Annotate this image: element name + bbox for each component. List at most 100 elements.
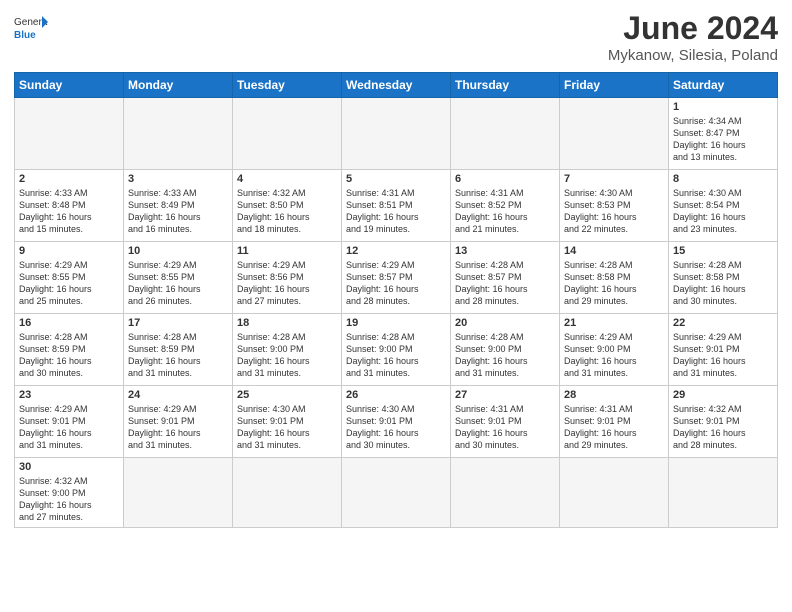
calendar-subtitle: Mykanow, Silesia, Poland — [608, 47, 778, 64]
col-thursday: Thursday — [451, 73, 560, 98]
calendar-day-cell — [124, 458, 233, 528]
day-info: Sunrise: 4:32 AMSunset: 9:00 PMDaylight:… — [19, 475, 119, 524]
day-number: 13 — [455, 245, 555, 257]
svg-text:Blue: Blue — [14, 30, 36, 41]
day-number: 11 — [237, 245, 337, 257]
day-info: Sunrise: 4:31 AMSunset: 8:52 PMDaylight:… — [455, 187, 555, 236]
calendar-day-cell: 25Sunrise: 4:30 AMSunset: 9:01 PMDayligh… — [233, 386, 342, 458]
calendar-day-cell — [560, 98, 669, 170]
day-number: 15 — [673, 245, 773, 257]
calendar-day-cell: 12 Sunrise: 4:29 AMSunset: 8:57 PMDayligh… — [342, 242, 451, 314]
calendar-day-cell: 22 Sunrise: 4:29 AMSunset: 9:01 PMDayligh… — [669, 314, 778, 386]
col-sunday: Sunday — [15, 73, 124, 98]
calendar-week-row: 1 Sunrise: 4:34 AMSunset: 8:47 PMDaylight… — [15, 98, 778, 170]
calendar-day-cell: 1 Sunrise: 4:34 AMSunset: 8:47 PMDaylight… — [669, 98, 778, 170]
logo: General Blue — [14, 10, 48, 44]
day-info: Sunrise: 4:29 AMSunset: 9:01 PMDaylight:… — [128, 403, 228, 452]
day-number: 9 — [19, 245, 119, 257]
col-friday: Friday — [560, 73, 669, 98]
day-number: 22 — [673, 317, 773, 329]
calendar-day-cell: 15Sunrise: 4:28 AMSunset: 8:58 PMDayligh… — [669, 242, 778, 314]
calendar-day-cell: 23Sunrise: 4:29 AMSunset: 9:01 PMDayligh… — [15, 386, 124, 458]
page: General Blue June 2024 Mykanow, Silesia,… — [0, 0, 792, 538]
day-info: Sunrise: 4:28 AMSunset: 9:00 PMDaylight:… — [455, 331, 555, 380]
day-number: 14 — [564, 245, 664, 257]
col-saturday: Saturday — [669, 73, 778, 98]
calendar-day-cell — [233, 98, 342, 170]
day-number: 30 — [19, 461, 119, 473]
calendar-day-cell: 2 Sunrise: 4:33 AMSunset: 8:48 PMDaylight… — [15, 170, 124, 242]
day-number: 6 — [455, 173, 555, 185]
calendar-day-cell: 8 Sunrise: 4:30 AMSunset: 8:54 PMDaylight… — [669, 170, 778, 242]
calendar-day-cell — [15, 98, 124, 170]
day-number: 26 — [346, 389, 446, 401]
calendar-week-row: 9 Sunrise: 4:29 AMSunset: 8:55 PMDaylight… — [15, 242, 778, 314]
calendar-day-cell: 4 Sunrise: 4:32 AMSunset: 8:50 PMDaylight… — [233, 170, 342, 242]
day-info: Sunrise: 4:33 AMSunset: 8:49 PMDaylight:… — [128, 187, 228, 236]
day-info: Sunrise: 4:33 AMSunset: 8:48 PMDaylight:… — [19, 187, 119, 236]
day-info: Sunrise: 4:32 AMSunset: 9:01 PMDaylight:… — [673, 403, 773, 452]
calendar-day-cell: 27 Sunrise: 4:31 AMSunset: 9:01 PMDayligh… — [451, 386, 560, 458]
day-info: Sunrise: 4:28 AMSunset: 8:59 PMDaylight:… — [19, 331, 119, 380]
day-info: Sunrise: 4:29 AMSunset: 8:56 PMDaylight:… — [237, 259, 337, 308]
day-number: 2 — [19, 173, 119, 185]
day-number: 18 — [237, 317, 337, 329]
calendar-week-row: 30 Sunrise: 4:32 AMSunset: 9:00 PMDayligh… — [15, 458, 778, 528]
calendar-day-cell — [451, 458, 560, 528]
generalblue-logo-icon: General Blue — [14, 10, 48, 44]
day-info: Sunrise: 4:34 AMSunset: 8:47 PMDaylight:… — [673, 115, 773, 164]
day-number: 16 — [19, 317, 119, 329]
header: General Blue June 2024 Mykanow, Silesia,… — [14, 10, 778, 64]
day-number: 28 — [564, 389, 664, 401]
calendar-day-cell — [342, 98, 451, 170]
calendar-day-cell: 6 Sunrise: 4:31 AMSunset: 8:52 PMDaylight… — [451, 170, 560, 242]
day-info: Sunrise: 4:31 AMSunset: 9:01 PMDaylight:… — [564, 403, 664, 452]
calendar-day-cell: 17Sunrise: 4:28 AMSunset: 8:59 PMDayligh… — [124, 314, 233, 386]
day-number: 21 — [564, 317, 664, 329]
calendar-day-cell: 26 Sunrise: 4:30 AMSunset: 9:01 PMDayligh… — [342, 386, 451, 458]
day-info: Sunrise: 4:29 AMSunset: 8:55 PMDaylight:… — [19, 259, 119, 308]
calendar-day-cell — [560, 458, 669, 528]
day-info: Sunrise: 4:29 AMSunset: 9:01 PMDaylight:… — [673, 331, 773, 380]
day-number: 8 — [673, 173, 773, 185]
calendar-week-row: 2 Sunrise: 4:33 AMSunset: 8:48 PMDaylight… — [15, 170, 778, 242]
calendar-day-cell: 9 Sunrise: 4:29 AMSunset: 8:55 PMDaylight… — [15, 242, 124, 314]
day-number: 1 — [673, 101, 773, 113]
day-info: Sunrise: 4:31 AMSunset: 9:01 PMDaylight:… — [455, 403, 555, 452]
day-info: Sunrise: 4:28 AMSunset: 8:57 PMDaylight:… — [455, 259, 555, 308]
day-number: 19 — [346, 317, 446, 329]
day-info: Sunrise: 4:30 AMSunset: 8:54 PMDaylight:… — [673, 187, 773, 236]
col-tuesday: Tuesday — [233, 73, 342, 98]
calendar-table: Sunday Monday Tuesday Wednesday Thursday… — [14, 72, 778, 528]
col-wednesday: Wednesday — [342, 73, 451, 98]
calendar-day-cell — [669, 458, 778, 528]
calendar-day-cell: 20 Sunrise: 4:28 AMSunset: 9:00 PMDayligh… — [451, 314, 560, 386]
day-info: Sunrise: 4:30 AMSunset: 9:01 PMDaylight:… — [346, 403, 446, 452]
day-number: 23 — [19, 389, 119, 401]
calendar-day-cell: 29Sunrise: 4:32 AMSunset: 9:01 PMDayligh… — [669, 386, 778, 458]
day-info: Sunrise: 4:29 AMSunset: 9:00 PMDaylight:… — [564, 331, 664, 380]
calendar-day-cell: 16 Sunrise: 4:28 AMSunset: 8:59 PMDayligh… — [15, 314, 124, 386]
day-number: 10 — [128, 245, 228, 257]
day-number: 7 — [564, 173, 664, 185]
calendar-day-cell: 24Sunrise: 4:29 AMSunset: 9:01 PMDayligh… — [124, 386, 233, 458]
day-number: 20 — [455, 317, 555, 329]
col-monday: Monday — [124, 73, 233, 98]
day-number: 27 — [455, 389, 555, 401]
day-info: Sunrise: 4:30 AMSunset: 9:01 PMDaylight:… — [237, 403, 337, 452]
day-info: Sunrise: 4:29 AMSunset: 8:57 PMDaylight:… — [346, 259, 446, 308]
day-info: Sunrise: 4:32 AMSunset: 8:50 PMDaylight:… — [237, 187, 337, 236]
calendar-week-row: 16 Sunrise: 4:28 AMSunset: 8:59 PMDayligh… — [15, 314, 778, 386]
calendar-day-cell: 21 Sunrise: 4:29 AMSunset: 9:00 PMDayligh… — [560, 314, 669, 386]
day-number: 12 — [346, 245, 446, 257]
calendar-title: June 2024 — [608, 10, 778, 47]
calendar-day-cell: 14Sunrise: 4:28 AMSunset: 8:58 PMDayligh… — [560, 242, 669, 314]
day-info: Sunrise: 4:29 AMSunset: 8:55 PMDaylight:… — [128, 259, 228, 308]
day-info: Sunrise: 4:28 AMSunset: 9:00 PMDaylight:… — [346, 331, 446, 380]
calendar-day-cell: 19 Sunrise: 4:28 AMSunset: 9:00 PMDayligh… — [342, 314, 451, 386]
day-number: 17 — [128, 317, 228, 329]
calendar-day-cell — [233, 458, 342, 528]
day-number: 4 — [237, 173, 337, 185]
title-block: June 2024 Mykanow, Silesia, Poland — [608, 10, 778, 64]
calendar-day-cell — [124, 98, 233, 170]
